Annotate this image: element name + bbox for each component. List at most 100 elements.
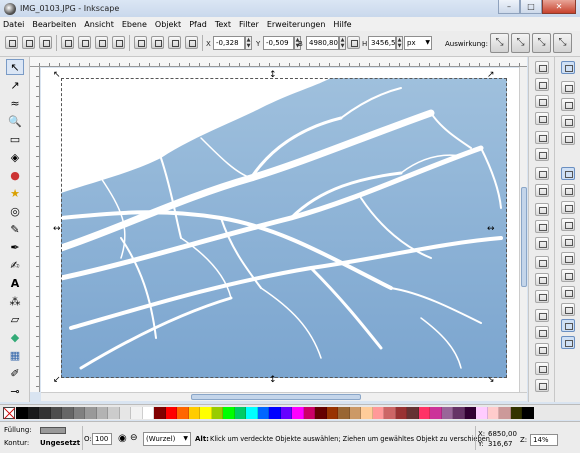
dropper-tool-icon[interactable]: ✐: [6, 365, 24, 381]
spray-tool-icon[interactable]: ⁂: [6, 293, 24, 309]
cut-icon[interactable]: [535, 220, 549, 233]
vertical-ruler[interactable]: [30, 67, 40, 392]
snap-intersection-icon[interactable]: [561, 201, 575, 214]
menu-ansicht[interactable]: Ansicht: [84, 20, 114, 29]
w-input[interactable]: 4980,80: [306, 36, 339, 50]
menu-erweiterungen[interactable]: Erweiterungen: [267, 20, 326, 29]
menu-bearbeiten[interactable]: Bearbeiten: [32, 20, 76, 29]
color-swatch[interactable]: [372, 406, 384, 419]
no-color-swatch[interactable]: [3, 406, 15, 419]
snap-center-icon[interactable]: [561, 269, 575, 282]
vertical-scrollbar[interactable]: [519, 67, 527, 392]
resize-handle[interactable]: ↕: [269, 71, 277, 80]
color-swatch[interactable]: [453, 406, 465, 419]
star-tool-icon[interactable]: ★: [6, 185, 24, 201]
color-swatch[interactable]: [62, 406, 74, 419]
color-swatch[interactable]: [326, 406, 338, 419]
snap-bbox-icon[interactable]: [561, 81, 575, 94]
menu-ebene[interactable]: Ebene: [122, 20, 147, 29]
zoom-input[interactable]: 14%: [530, 434, 558, 446]
snap-bbox-corner-icon[interactable]: [561, 115, 575, 128]
color-swatch[interactable]: [269, 406, 281, 419]
color-swatch[interactable]: [430, 406, 442, 419]
snap-enable-icon[interactable]: [561, 61, 575, 74]
transform-patterns-button[interactable]: ⤡: [553, 33, 572, 53]
ellipse-tool-icon[interactable]: ●: [6, 167, 24, 183]
resize-handle[interactable]: ↗: [487, 71, 495, 80]
color-swatch[interactable]: [487, 406, 499, 419]
color-swatch[interactable]: [338, 406, 350, 419]
3d-box-tool-icon[interactable]: ◈: [6, 149, 24, 165]
snap-guide-icon[interactable]: [561, 336, 575, 349]
snap-bbox-midpoint-icon[interactable]: [561, 132, 575, 145]
snap-grid-icon[interactable]: [561, 319, 575, 332]
paste-icon[interactable]: [535, 237, 549, 250]
x-spin[interactable]: ▲ ▼: [245, 36, 252, 50]
color-swatch[interactable]: [85, 406, 97, 419]
print-icon[interactable]: [535, 112, 549, 125]
layer-select[interactable]: (Wurzel) ▼: [143, 432, 191, 446]
bucket-tool-icon[interactable]: ◆: [6, 329, 24, 345]
color-swatch[interactable]: [418, 406, 430, 419]
color-swatch[interactable]: [73, 406, 85, 419]
snap-nodes-icon[interactable]: [561, 167, 575, 180]
color-swatch[interactable]: [246, 406, 258, 419]
import-icon[interactable]: [535, 131, 549, 144]
color-swatch[interactable]: [510, 406, 522, 419]
resize-handle[interactable]: ↖: [53, 71, 61, 80]
pen-tool-icon[interactable]: ✒: [6, 239, 24, 255]
color-swatch[interactable]: [96, 406, 108, 419]
text-tool-icon[interactable]: A: [6, 275, 24, 291]
node-tool-icon[interactable]: ↗: [6, 77, 24, 93]
menu-text[interactable]: Text: [215, 20, 231, 29]
open-icon[interactable]: [535, 78, 549, 91]
horizontal-scrollbar[interactable]: [41, 392, 527, 401]
opacity-input[interactable]: 100: [92, 433, 112, 445]
raise-to-top-button[interactable]: [134, 36, 147, 49]
lock-icon[interactable]: ⊖: [130, 433, 138, 443]
color-swatch[interactable]: [280, 406, 292, 419]
color-swatch[interactable]: [315, 406, 327, 419]
color-swatch[interactable]: [464, 406, 476, 419]
eraser-tool-icon[interactable]: ▱: [6, 311, 24, 327]
color-swatch[interactable]: [257, 406, 269, 419]
eye-icon[interactable]: ◉: [118, 433, 127, 444]
close-button[interactable]: ✕: [542, 0, 576, 14]
clone-icon[interactable]: [535, 326, 549, 339]
flip-vertical-button[interactable]: [112, 36, 125, 49]
undo-icon[interactable]: [535, 167, 549, 180]
resize-handle[interactable]: ↙: [53, 376, 61, 385]
color-swatch[interactable]: [211, 406, 223, 419]
snap-page-icon[interactable]: [561, 303, 575, 316]
menu-pfad[interactable]: Pfad: [189, 20, 207, 29]
color-swatch[interactable]: [522, 406, 534, 419]
snap-paths-icon[interactable]: [561, 184, 575, 197]
snap-midpoint-icon[interactable]: [561, 252, 575, 265]
minimize-button[interactable]: –: [498, 0, 520, 14]
color-swatch[interactable]: [177, 406, 189, 419]
resize-handle[interactable]: ↕: [269, 376, 277, 385]
horizontal-ruler[interactable]: [30, 57, 527, 67]
raise-button[interactable]: [151, 36, 164, 49]
menu-hilfe[interactable]: Hilfe: [333, 20, 351, 29]
lower-button[interactable]: [168, 36, 181, 49]
color-swatch[interactable]: [395, 406, 407, 419]
color-swatch[interactable]: [188, 406, 200, 419]
color-swatch[interactable]: [165, 406, 177, 419]
zoom-selection-icon[interactable]: [535, 256, 549, 269]
pencil-tool-icon[interactable]: ✎: [6, 221, 24, 237]
duplicate-icon[interactable]: [535, 309, 549, 322]
redo-icon[interactable]: [535, 184, 549, 197]
ungroup-icon[interactable]: [535, 379, 549, 392]
color-swatch[interactable]: [361, 406, 373, 419]
deselect-button[interactable]: [39, 36, 52, 49]
color-swatch[interactable]: [131, 406, 143, 419]
zoom-page-icon[interactable]: [535, 290, 549, 303]
color-swatch[interactable]: [234, 406, 246, 419]
menu-objekt[interactable]: Objekt: [155, 20, 181, 29]
scale-corners-button[interactable]: ⤡: [511, 33, 530, 53]
color-swatch[interactable]: [441, 406, 453, 419]
spiral-tool-icon[interactable]: ◎: [6, 203, 24, 219]
snap-rotation-center-icon[interactable]: [561, 286, 575, 299]
resize-handle[interactable]: ↔: [487, 225, 495, 234]
